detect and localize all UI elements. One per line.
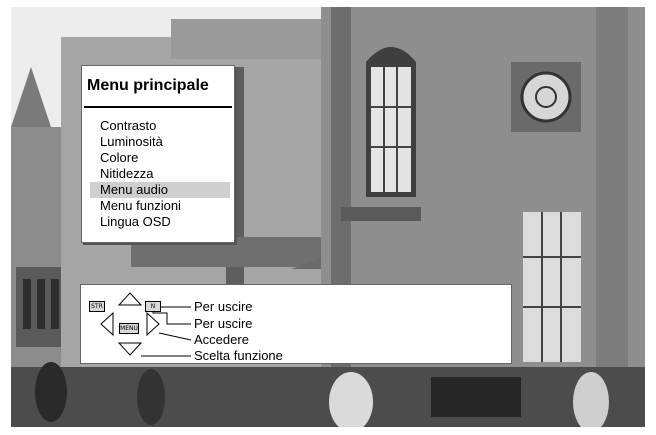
tv-screen: Menu principale Contrasto Luminosità Col… bbox=[11, 7, 645, 427]
menu-list: Contrasto Luminosità Colore Nitidezza Me… bbox=[90, 118, 230, 230]
left-arrow-icon bbox=[100, 311, 114, 337]
menu-title-divider bbox=[84, 106, 232, 108]
str-key-icon: STR bbox=[89, 301, 105, 312]
right-arrow-icon bbox=[146, 311, 160, 337]
help-label-select-function: Scelta funzione bbox=[194, 348, 283, 363]
menu-item-colore[interactable]: Colore bbox=[90, 150, 230, 166]
menu-title: Menu principale bbox=[87, 77, 209, 94]
menu-key-icon: MENU bbox=[119, 323, 139, 334]
n-key-icon: N bbox=[145, 301, 161, 312]
remote-key-help-panel: STR N MENU Per uscire Per uscire Acceder… bbox=[80, 284, 512, 364]
menu-item-lingua-osd[interactable]: Lingua OSD bbox=[90, 214, 230, 230]
help-label-enter: Accedere bbox=[194, 332, 249, 347]
up-arrow-icon bbox=[117, 292, 143, 306]
menu-item-menu-funzioni[interactable]: Menu funzioni bbox=[90, 198, 230, 214]
help-label-exit-1: Per uscire bbox=[194, 299, 253, 314]
menu-item-nitidezza[interactable]: Nitidezza bbox=[90, 166, 230, 182]
menu-item-menu-audio[interactable]: Menu audio bbox=[90, 182, 230, 198]
remote-keys-diagram bbox=[100, 292, 192, 357]
main-menu-panel: Menu principale Contrasto Luminosità Col… bbox=[81, 65, 235, 243]
down-arrow-icon bbox=[117, 342, 143, 356]
help-label-exit-2: Per uscire bbox=[194, 316, 253, 331]
menu-item-luminosita[interactable]: Luminosità bbox=[90, 134, 230, 150]
menu-item-contrasto[interactable]: Contrasto bbox=[90, 118, 230, 134]
